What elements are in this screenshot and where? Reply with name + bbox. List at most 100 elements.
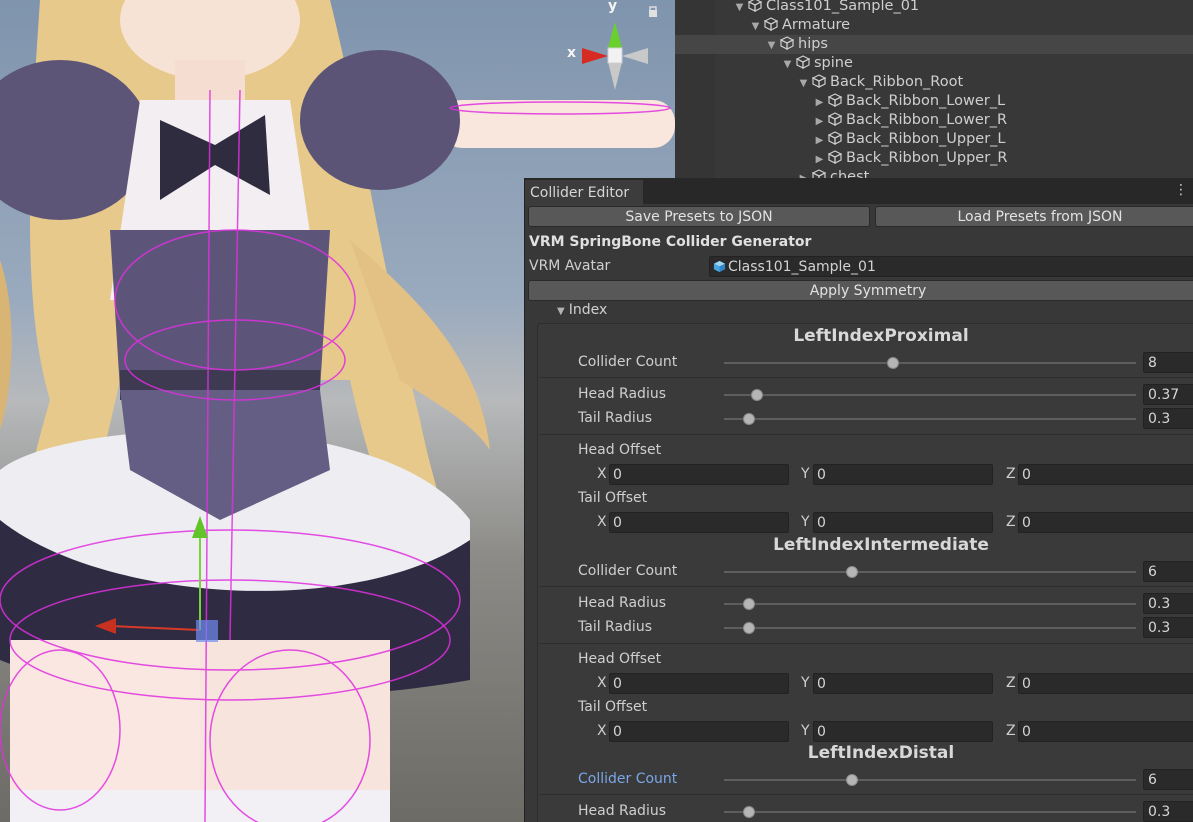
separator	[539, 434, 1193, 435]
collider-count-slider-knob[interactable]	[887, 357, 899, 369]
expand-arrow-down-icon[interactable]: ▼	[798, 74, 809, 93]
head-radius-label: Head Radius	[578, 595, 666, 611]
hierarchy-item[interactable]: ▶ Back_Ribbon_Lower_R	[675, 111, 1193, 130]
foldout-arrow-icon: ▼	[557, 306, 565, 317]
bone-title: LeftIndexIntermediate	[773, 535, 989, 555]
head-radius-field[interactable]: 0.3	[1143, 593, 1193, 614]
expand-arrow-down-icon[interactable]: ▼	[750, 17, 761, 36]
expand-arrow-right-icon[interactable]: ▶	[814, 131, 825, 150]
offset-x-field[interactable]: 0	[609, 673, 789, 694]
hierarchy-item[interactable]: ▼ hips	[675, 35, 1193, 54]
collider-count-field[interactable]: 6	[1143, 561, 1193, 582]
bone-title: LeftIndexDistal	[807, 743, 955, 763]
head-radius-slider-knob[interactable]	[751, 389, 763, 401]
gameobject-cube-icon	[825, 93, 846, 109]
offset-y-field[interactable]: 0	[813, 464, 993, 485]
offset-z-field[interactable]: 0	[1018, 512, 1193, 533]
tail-radius-field[interactable]: 0.3	[1143, 617, 1193, 638]
axis-y-label: Y	[801, 675, 810, 691]
offset-x-field[interactable]: 0	[609, 464, 789, 485]
expand-arrow-down-icon[interactable]: ▼	[782, 55, 793, 74]
head-radius-slider-knob[interactable]	[743, 806, 755, 818]
head-radius-slider-track[interactable]	[724, 394, 1136, 396]
offset-z-field[interactable]: 0	[1018, 464, 1193, 485]
head-radius-slider-track[interactable]	[724, 603, 1136, 605]
expand-arrow-right-icon[interactable]: ▶	[814, 93, 825, 112]
separator	[539, 794, 1193, 795]
vrm-avatar-field[interactable]: Class101_Sample_01	[709, 256, 1193, 277]
collider-count-field[interactable]: 6	[1143, 769, 1193, 790]
offset-y-field[interactable]: 0	[813, 673, 993, 694]
head-radius-label: Head Radius	[578, 386, 666, 402]
hierarchy-item[interactable]: ▼ Class101_Sample_01	[675, 0, 1193, 16]
hierarchy-item-label: Class101_Sample_01	[766, 0, 920, 14]
offset-z-field[interactable]: 0	[1018, 673, 1193, 694]
gameobject-cube-icon	[809, 169, 830, 178]
load-presets-button[interactable]: Load Presets from JSON	[875, 206, 1193, 227]
expand-arrow-right-icon[interactable]: ▶	[814, 150, 825, 169]
tail-radius-slider-track[interactable]	[724, 627, 1136, 629]
hierarchy-item-label: Back_Ribbon_Root	[830, 74, 964, 90]
hierarchy-item[interactable]: ▶ Back_Ribbon_Upper_L	[675, 130, 1193, 149]
axis-z-label: Z	[1006, 723, 1016, 739]
axis-y-label: Y	[801, 514, 810, 530]
tail-radius-field[interactable]: 0.3	[1143, 408, 1193, 429]
hierarchy-item[interactable]: ▶ Back_Ribbon_Lower_L	[675, 92, 1193, 111]
tab-collider-editor[interactable]: Collider Editor	[525, 180, 644, 206]
axis-x-label: X	[597, 514, 607, 530]
collider-count-slider-track[interactable]	[724, 571, 1136, 573]
expand-arrow-down-icon[interactable]: ▼	[734, 0, 745, 17]
axis-y-label: Y	[801, 723, 810, 739]
tail-offset-label: Tail Offset	[578, 699, 648, 715]
tail-radius-slider-knob[interactable]	[743, 622, 755, 634]
bone-title: LeftIndexProximal	[793, 326, 969, 346]
gameobject-cube-icon	[825, 150, 846, 166]
section-title: VRM SpringBone Collider Generator	[529, 234, 812, 250]
gameobject-cube-icon	[745, 0, 766, 14]
collider-count-slider-knob[interactable]	[846, 566, 858, 578]
expand-arrow-right-icon[interactable]: ▶	[814, 112, 825, 131]
head-radius-slider-track[interactable]	[724, 811, 1136, 813]
vrm-avatar-label: VRM Avatar	[529, 258, 611, 274]
axis-y-label: Y	[801, 466, 810, 482]
separator	[539, 377, 1193, 378]
hierarchy-item-label: hips	[798, 36, 828, 52]
tail-radius-slider-track[interactable]	[724, 418, 1136, 420]
expand-arrow-right-icon[interactable]: ▶	[798, 169, 809, 178]
apply-symmetry-button[interactable]: Apply Symmetry	[528, 280, 1193, 301]
collider-editor-window: Collider Editor ⋮ Save Presets to JSON L…	[524, 178, 1193, 822]
gizmo-y-label: y	[608, 0, 618, 14]
gameobject-cube-icon	[825, 112, 846, 128]
axis-x-label: X	[597, 723, 607, 739]
offset-x-field[interactable]: 0	[609, 512, 789, 533]
tail-radius-slider-knob[interactable]	[743, 413, 755, 425]
head-radius-field[interactable]: 0.3	[1143, 801, 1193, 822]
head-radius-slider-knob[interactable]	[743, 598, 755, 610]
offset-z-field[interactable]: 0	[1018, 721, 1193, 742]
collider-count-slider-track[interactable]	[724, 362, 1136, 364]
hierarchy-item[interactable]: ▼ Back_Ribbon_Root	[675, 73, 1193, 92]
expand-arrow-down-icon[interactable]: ▼	[766, 36, 777, 55]
hierarchy-item[interactable]: ▶ Back_Ribbon_Upper_R	[675, 149, 1193, 168]
collider-count-field[interactable]: 8	[1143, 352, 1193, 373]
save-presets-button[interactable]: Save Presets to JSON	[528, 206, 870, 227]
offset-x-field[interactable]: 0	[609, 721, 789, 742]
collider-count-label: Collider Count	[578, 771, 678, 787]
prefab-cube-icon	[713, 260, 726, 273]
hierarchy-panel[interactable]: ▼ Class101_Sample_01 ▼ Armature ▼ hips ▼ spine ▼…	[675, 0, 1193, 178]
hierarchy-item[interactable]: ▼ Armature	[675, 16, 1193, 35]
collider-count-slider-track[interactable]	[724, 779, 1136, 781]
collider-count-slider-knob[interactable]	[846, 774, 858, 786]
offset-y-field[interactable]: 0	[813, 512, 993, 533]
axis-x-label: X	[597, 466, 607, 482]
hierarchy-item-label: Back_Ribbon_Lower_R	[846, 112, 1008, 128]
separator	[539, 643, 1193, 644]
index-foldout[interactable]: ▼ Index	[557, 302, 607, 318]
hierarchy-item[interactable]: ▼ spine	[675, 54, 1193, 73]
head-radius-field[interactable]: 0.37	[1143, 384, 1193, 405]
gizmo-x-label: x	[567, 45, 577, 61]
collider-count-label: Collider Count	[578, 354, 678, 370]
kebab-menu-icon[interactable]: ⋮	[1174, 182, 1188, 198]
offset-y-field[interactable]: 0	[813, 721, 993, 742]
hierarchy-item[interactable]: ▶ chest	[675, 168, 1193, 178]
